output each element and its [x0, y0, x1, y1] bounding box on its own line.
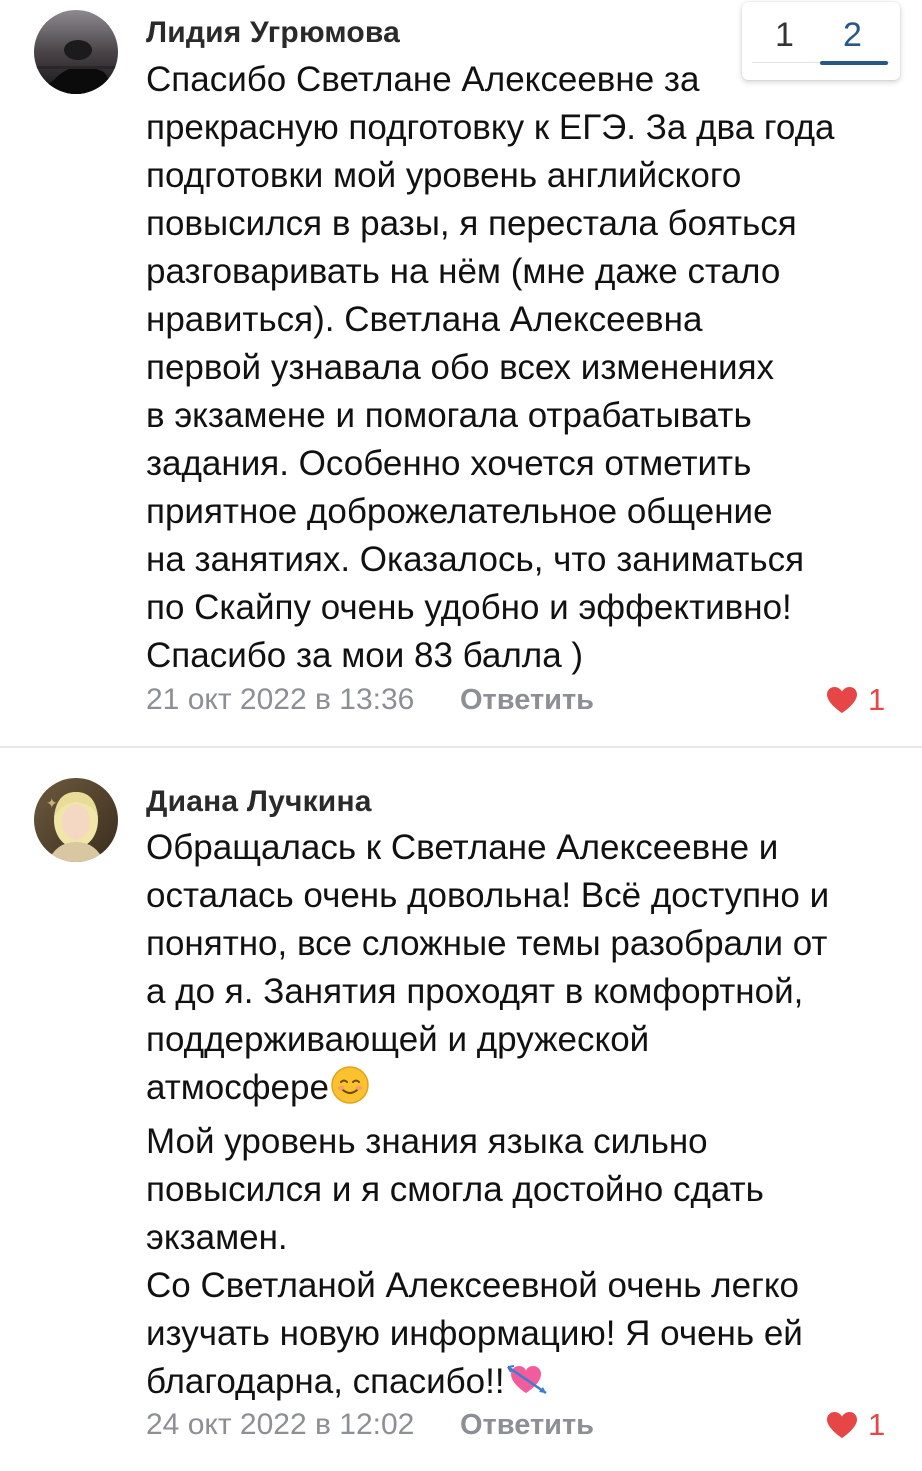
text-line: экзамен. — [146, 1218, 288, 1257]
page-switcher: 1 2 — [742, 2, 900, 80]
like-button[interactable]: 1 — [826, 682, 906, 718]
text-line: подготовки мой уровень английского — [146, 156, 742, 195]
text-line: Мой уровень знания языка сильно — [146, 1122, 708, 1161]
comment-author[interactable]: Диана Лучкина — [146, 785, 372, 819]
like-button[interactable]: 1 — [826, 1407, 906, 1443]
comment-text: Обращалась к Светлане Алексеевне и остал… — [146, 824, 906, 1412]
text-line: Обращалась к Светлане Алексеевне и — [146, 828, 779, 867]
text-line: повысился в разы, я перестала бояться — [146, 204, 797, 243]
page-1-button[interactable]: 1 — [775, 16, 794, 55]
text-line-with-emoji: благодарна, спасибо!! — [146, 1358, 906, 1412]
text-line: поддерживающей и дружеской — [146, 1020, 650, 1059]
reply-button[interactable]: Ответить — [460, 684, 594, 717]
text-line: Спасибо за мои 83 балла ) — [146, 636, 584, 675]
user-photo-icon — [34, 10, 118, 94]
text-line: прекрасную подготовку к ЕГЭ. За два года — [146, 108, 835, 147]
svg-text:✦: ✦ — [46, 796, 58, 812]
like-count: 1 — [868, 682, 886, 717]
smiling-face-icon — [330, 1065, 370, 1118]
divider — [0, 746, 922, 748]
text-line: понятно, все сложные темы разобрали от — [146, 924, 828, 963]
heart-with-arrow-icon — [506, 1359, 550, 1412]
like-count: 1 — [868, 1407, 886, 1442]
text-line: атмосфере — [146, 1068, 329, 1107]
heart-icon — [827, 1412, 857, 1438]
text-line: на занятиях. Оказалось, что заниматься — [146, 540, 805, 579]
text-line: благодарна, спасибо!! — [146, 1362, 505, 1401]
avatar[interactable] — [34, 10, 118, 94]
text-line: повысился и я смогла достойно сдать — [146, 1170, 764, 1209]
comment-date[interactable]: 21 окт 2022 в 13:36 — [146, 683, 414, 717]
reply-button[interactable]: Ответить — [460, 1409, 594, 1442]
text-line: а до я. Занятия проходят в комфортной, — [146, 972, 804, 1011]
heart-icon — [827, 687, 857, 713]
user-photo-icon: ✦ — [34, 778, 118, 862]
text-line: в экзамене и помогала отрабатывать — [146, 396, 752, 435]
text-line-with-emoji: атмосфере — [146, 1064, 906, 1118]
text-line: по Скайпу очень удобно и эффективно! — [146, 588, 792, 627]
comment-text: Спасибо Светлане Алексеевне за прекрасну… — [146, 56, 906, 680]
comment-date[interactable]: 24 окт 2022 в 12:02 — [146, 1408, 414, 1442]
text-line: разговаривать на нём (мне даже стало — [146, 252, 781, 291]
text-line: Со Светланой Алексеевной очень легко — [146, 1266, 800, 1305]
text-line: нравиться). Светлана Алексеевна — [146, 300, 703, 339]
text-line: приятное доброжелательное общение — [146, 492, 773, 531]
avatar[interactable]: ✦ — [34, 778, 118, 862]
text-line: первой узнавала обо всех изменениях — [146, 348, 775, 387]
page-2-button[interactable]: 2 — [843, 16, 862, 55]
active-page-indicator — [820, 61, 888, 65]
comment-author[interactable]: Лидия Угрюмова — [146, 16, 400, 50]
text-line: изучать новую информацию! Я очень ей — [146, 1314, 803, 1353]
text-line: задания. Особенно хочется отметить — [146, 444, 752, 483]
text-line: осталась очень довольна! Всё доступно и — [146, 876, 830, 915]
